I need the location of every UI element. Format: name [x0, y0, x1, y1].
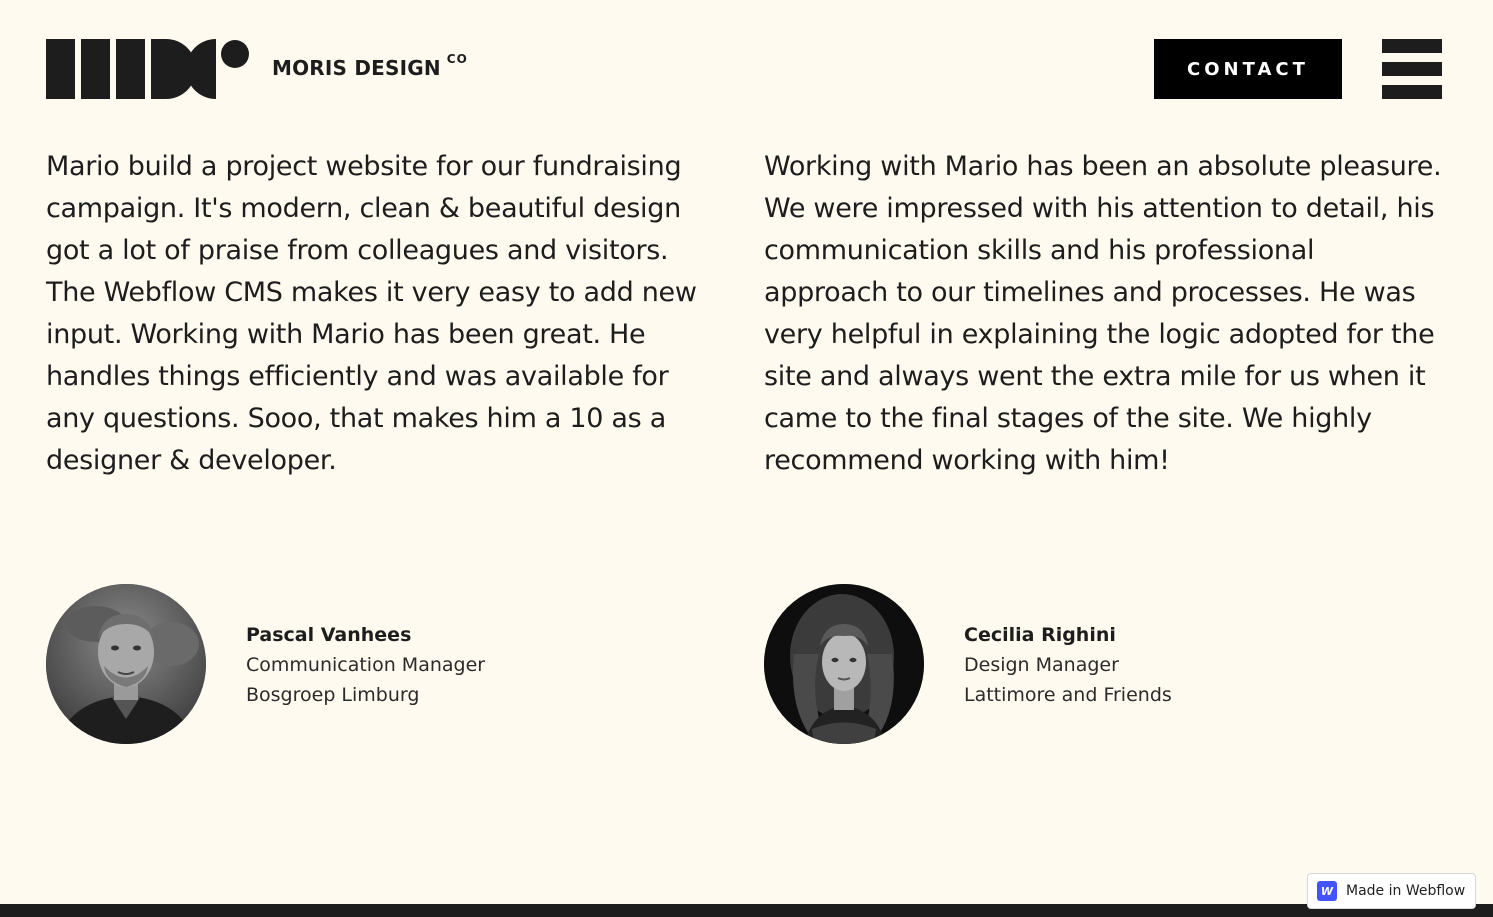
- webflow-badge-label: Made in Webflow: [1346, 883, 1466, 899]
- author-name: Cecilia Righini: [964, 624, 1116, 646]
- author-role: Design Manager: [964, 654, 1119, 676]
- testimonial-author: Pascal Vanhees Communication Manager Bos…: [246, 620, 485, 710]
- moris-design-logo[interactable]: [46, 39, 251, 99]
- brand-name: MORIS DESIGN: [272, 56, 441, 80]
- hamburger-menu-icon[interactable]: [1382, 39, 1442, 99]
- avatar-cecilia-righini: [764, 584, 924, 744]
- testimonial-author: Cecilia Righini Design Manager Lattimore…: [964, 620, 1172, 710]
- author-role: Communication Manager: [246, 654, 486, 676]
- menu-bar: [1382, 62, 1442, 76]
- brand-suffix: CO: [446, 52, 468, 67]
- author-company: Bosgroep Limburg: [246, 684, 420, 706]
- made-in-webflow-badge[interactable]: W Made in Webflow: [1307, 873, 1476, 909]
- contact-button[interactable]: CONTACT: [1154, 39, 1342, 99]
- testimonial-quote: Working with Mario has been an absolute …: [764, 151, 1442, 476]
- brand-wordmark[interactable]: MORIS DESIGN CO: [272, 52, 468, 80]
- avatar-pascal-vanhees: [46, 584, 206, 744]
- testimonial-quote: Mario build a project website for our fu…: [46, 151, 697, 476]
- page: MORIS DESIGN CO CONTACT Mario build a pro…: [0, 0, 1493, 917]
- author-name: Pascal Vanhees: [246, 624, 412, 646]
- author-company: Lattimore and Friends: [964, 684, 1172, 706]
- menu-bar: [1382, 85, 1442, 99]
- menu-bar: [1382, 39, 1442, 53]
- webflow-icon: W: [1317, 881, 1337, 901]
- footer-strip: [0, 904, 1493, 917]
